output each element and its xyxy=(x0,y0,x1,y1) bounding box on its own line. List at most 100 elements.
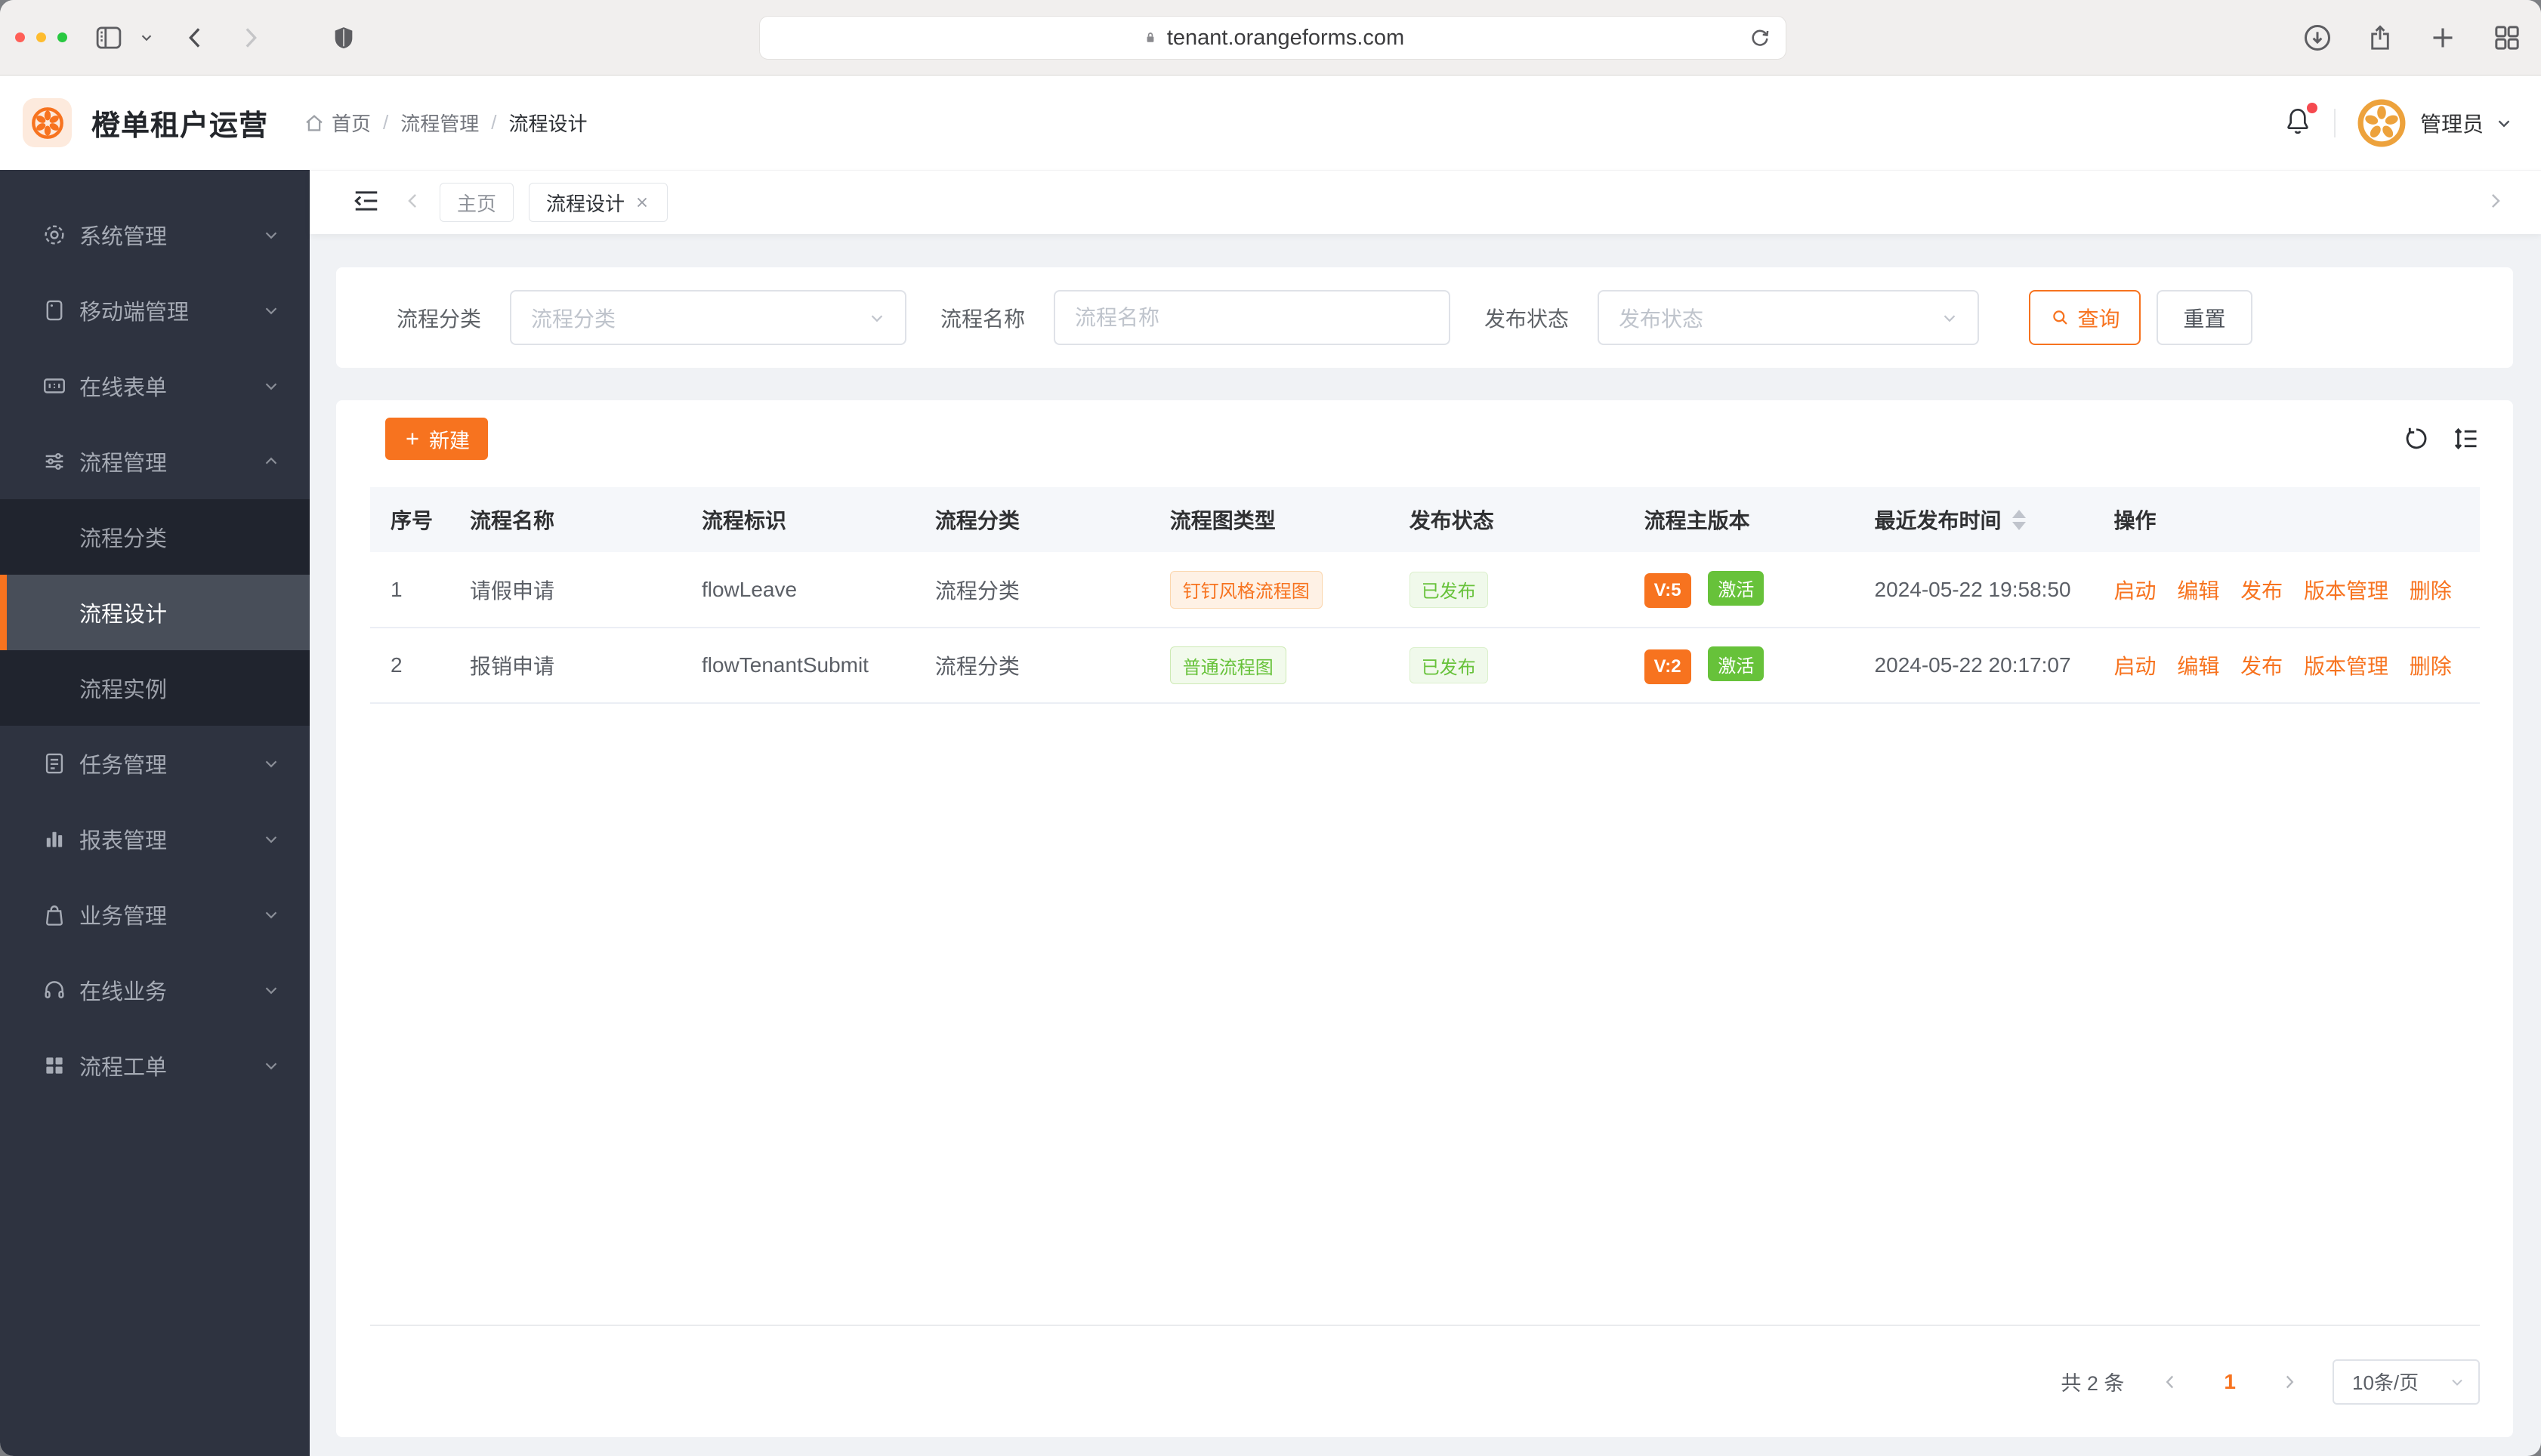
privacy-shield-icon[interactable] xyxy=(331,25,357,51)
filter-status-select[interactable]: 发布状态 xyxy=(1598,290,1980,345)
app-header: 橙单租户运营 首页 / 流程管理 / 流程设计 管理员 xyxy=(0,76,2541,170)
sidebar-toggle-icon[interactable] xyxy=(93,22,125,54)
chevron-down-icon xyxy=(265,912,277,919)
sidebar-item-system[interactable]: 系统管理 xyxy=(0,197,310,273)
delete-link[interactable]: 删除 xyxy=(2410,650,2452,680)
pagination: 共 2 条 1 10条/页 xyxy=(370,1326,2480,1437)
version-badge: V:5 xyxy=(1644,573,1691,609)
breadcrumb-level1[interactable]: 流程管理 xyxy=(400,109,479,137)
table-panel: 新建 序号 流程名称 流程标识 流程分类 流程图类型 发布状态 流程主版本 最近… xyxy=(336,400,2513,1437)
version-manage-link[interactable]: 版本管理 xyxy=(2304,650,2388,680)
sidebar-item-report[interactable]: 报表管理 xyxy=(0,801,310,877)
user-name[interactable]: 管理员 xyxy=(2420,108,2484,138)
home-icon xyxy=(306,114,323,131)
sidebar-item-flow-instance[interactable]: 流程实例 xyxy=(0,650,310,726)
search-icon xyxy=(2052,310,2067,325)
sliders-icon xyxy=(45,453,63,470)
publish-link[interactable]: 发布 xyxy=(2240,650,2283,680)
chevron-down-icon xyxy=(265,307,277,315)
start-link[interactable]: 启动 xyxy=(2114,650,2157,680)
cell-flow-category: 流程分类 xyxy=(914,552,1150,628)
breadcrumb-home[interactable]: 首页 xyxy=(303,109,371,137)
chevron-down-icon xyxy=(265,836,277,844)
sort-carets[interactable] xyxy=(2011,509,2026,530)
app-title: 橙单租户运营 xyxy=(91,110,269,142)
pagination-total: 共 2 条 xyxy=(2061,1372,2125,1395)
active-status-badge: 激活 xyxy=(1708,646,1764,682)
tab-home[interactable]: 主页 xyxy=(440,183,514,222)
forward-button[interactable] xyxy=(235,23,265,53)
cell-flow-key: flowLeave xyxy=(681,552,915,628)
shopping-bag-icon xyxy=(46,905,63,926)
tab-close-icon[interactable] xyxy=(634,194,650,211)
sidebar-item-flow-management[interactable]: 流程管理 xyxy=(0,424,310,499)
filter-status-label: 发布状态 xyxy=(1484,307,1570,331)
col-diagram-type: 流程图类型 xyxy=(1149,487,1389,552)
downloads-button[interactable] xyxy=(2302,23,2333,53)
publish-status-badge: 已发布 xyxy=(1409,571,1488,608)
prev-page-button[interactable] xyxy=(2160,1372,2180,1392)
zoom-window-button[interactable] xyxy=(57,32,67,42)
sidebar-item-mobile[interactable]: 移动端管理 xyxy=(0,273,310,348)
page-size-select[interactable]: 10条/页 xyxy=(2333,1359,2480,1405)
reload-button[interactable] xyxy=(1748,26,1772,54)
sidebar-item-business[interactable]: 业务管理 xyxy=(0,877,310,952)
active-status-badge: 激活 xyxy=(1708,570,1764,606)
col-flow-name: 流程名称 xyxy=(449,487,681,552)
minimize-window-button[interactable] xyxy=(36,32,46,42)
delete-link[interactable]: 删除 xyxy=(2410,575,2452,605)
tab-flow-design[interactable]: 流程设计 xyxy=(529,183,668,222)
collapse-menu-icon[interactable] xyxy=(352,187,381,219)
tab-bar: 主页 流程设计 xyxy=(310,170,2541,234)
reset-button[interactable]: 重置 xyxy=(2157,290,2253,345)
bar-chart-icon xyxy=(46,831,63,847)
diagram-type-badge: 普通流程图 xyxy=(1169,646,1286,684)
sidebar-item-online-business[interactable]: 在线业务 xyxy=(0,952,310,1028)
tab-overview-button[interactable] xyxy=(2491,23,2523,53)
tab-scroll-right-icon[interactable] xyxy=(2484,190,2506,216)
version-manage-link[interactable]: 版本管理 xyxy=(2304,575,2388,605)
diagram-type-badge: 钉钉风格流程图 xyxy=(1169,570,1323,609)
close-window-button[interactable] xyxy=(15,32,25,42)
app-logo xyxy=(23,98,72,147)
gear-icon xyxy=(45,225,64,245)
col-published-at: 最近发布时间 xyxy=(1854,487,2094,552)
filter-name-input[interactable] xyxy=(1054,290,1451,345)
chevron-down-icon xyxy=(265,232,277,239)
chevron-up-icon xyxy=(265,457,277,464)
user-menu-chevron-icon[interactable] xyxy=(2494,113,2514,133)
new-tab-button[interactable] xyxy=(2428,23,2458,53)
sidebar-item-flow-ticket[interactable]: 流程工单 xyxy=(0,1028,310,1103)
back-button[interactable] xyxy=(181,23,211,53)
sidebar-item-online-form[interactable]: 在线表单 xyxy=(0,348,310,424)
start-link[interactable]: 启动 xyxy=(2114,575,2157,605)
next-page-button[interactable] xyxy=(2280,1372,2299,1392)
row-height-icon[interactable] xyxy=(2453,425,2480,452)
version-badge: V:2 xyxy=(1644,649,1691,684)
edit-link[interactable]: 编辑 xyxy=(2177,575,2219,605)
url-text: tenant.orangeforms.com xyxy=(1166,25,1405,50)
address-bar[interactable]: tenant.orangeforms.com xyxy=(759,16,1786,60)
sidebar-item-flow-design[interactable]: 流程设计 xyxy=(0,575,310,650)
sidebar-chevron-icon[interactable] xyxy=(138,29,155,46)
notifications-button[interactable] xyxy=(2283,103,2317,140)
page-number[interactable]: 1 xyxy=(2224,1370,2236,1394)
edit-link[interactable]: 编辑 xyxy=(2177,650,2219,680)
publish-link[interactable]: 发布 xyxy=(2240,575,2283,605)
browser-window: tenant.orangeforms.com 橙单租户运营 首页 / 流程管理 … xyxy=(0,0,2541,1456)
breadcrumb-separator: / xyxy=(383,111,389,134)
refresh-icon[interactable] xyxy=(2403,425,2430,452)
cell-index: 2 xyxy=(370,628,450,704)
create-button[interactable]: 新建 xyxy=(385,418,488,460)
table-header-row: 序号 流程名称 流程标识 流程分类 流程图类型 发布状态 流程主版本 最近发布时… xyxy=(370,487,2480,552)
filter-category-select[interactable]: 流程分类 xyxy=(510,290,907,345)
col-index: 序号 xyxy=(370,487,450,552)
avatar[interactable] xyxy=(2357,98,2407,148)
tab-scroll-left-icon[interactable] xyxy=(402,190,425,216)
chevron-down-icon xyxy=(2452,1379,2462,1386)
breadcrumb-separator: / xyxy=(491,111,497,134)
search-button[interactable]: 查询 xyxy=(2029,290,2141,345)
sidebar-item-task[interactable]: 任务管理 xyxy=(0,726,310,801)
share-button[interactable] xyxy=(2366,23,2394,53)
sidebar-item-flow-category[interactable]: 流程分类 xyxy=(0,499,310,575)
